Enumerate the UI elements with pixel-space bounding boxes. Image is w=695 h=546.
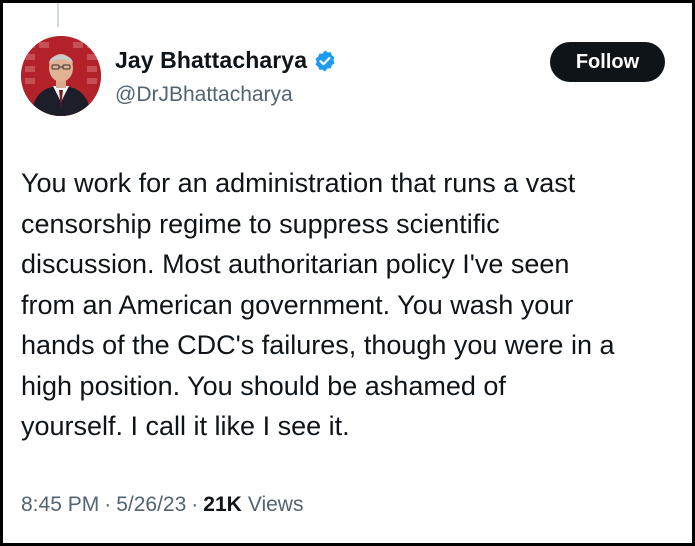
meta-separator: · — [104, 493, 112, 516]
views-count[interactable]: 21K — [203, 493, 242, 517]
tweet-meta: 8:45 PM · 5/26/23 · 21K Views — [21, 493, 303, 517]
thread-connector-line — [57, 3, 59, 27]
tweet-date[interactable]: 5/26/23 — [116, 493, 186, 517]
author-display-name[interactable]: Jay Bhattacharya — [115, 47, 307, 74]
views-label[interactable]: Views — [248, 493, 304, 517]
verified-badge-icon[interactable] — [313, 49, 337, 73]
follow-button[interactable]: Follow — [550, 42, 665, 82]
tweet-time[interactable]: 8:45 PM — [21, 493, 99, 517]
meta-separator: · — [191, 493, 199, 516]
tweet-card: Jay Bhattacharya @DrJBhattacharya Follow… — [0, 0, 695, 546]
author-handle[interactable]: @DrJBhattacharya — [115, 83, 293, 107]
tweet-text: You work for an administration that runs… — [21, 168, 615, 441]
author-name-row: Jay Bhattacharya — [115, 47, 337, 74]
avatar-photo — [21, 36, 101, 116]
avatar[interactable] — [21, 36, 101, 116]
